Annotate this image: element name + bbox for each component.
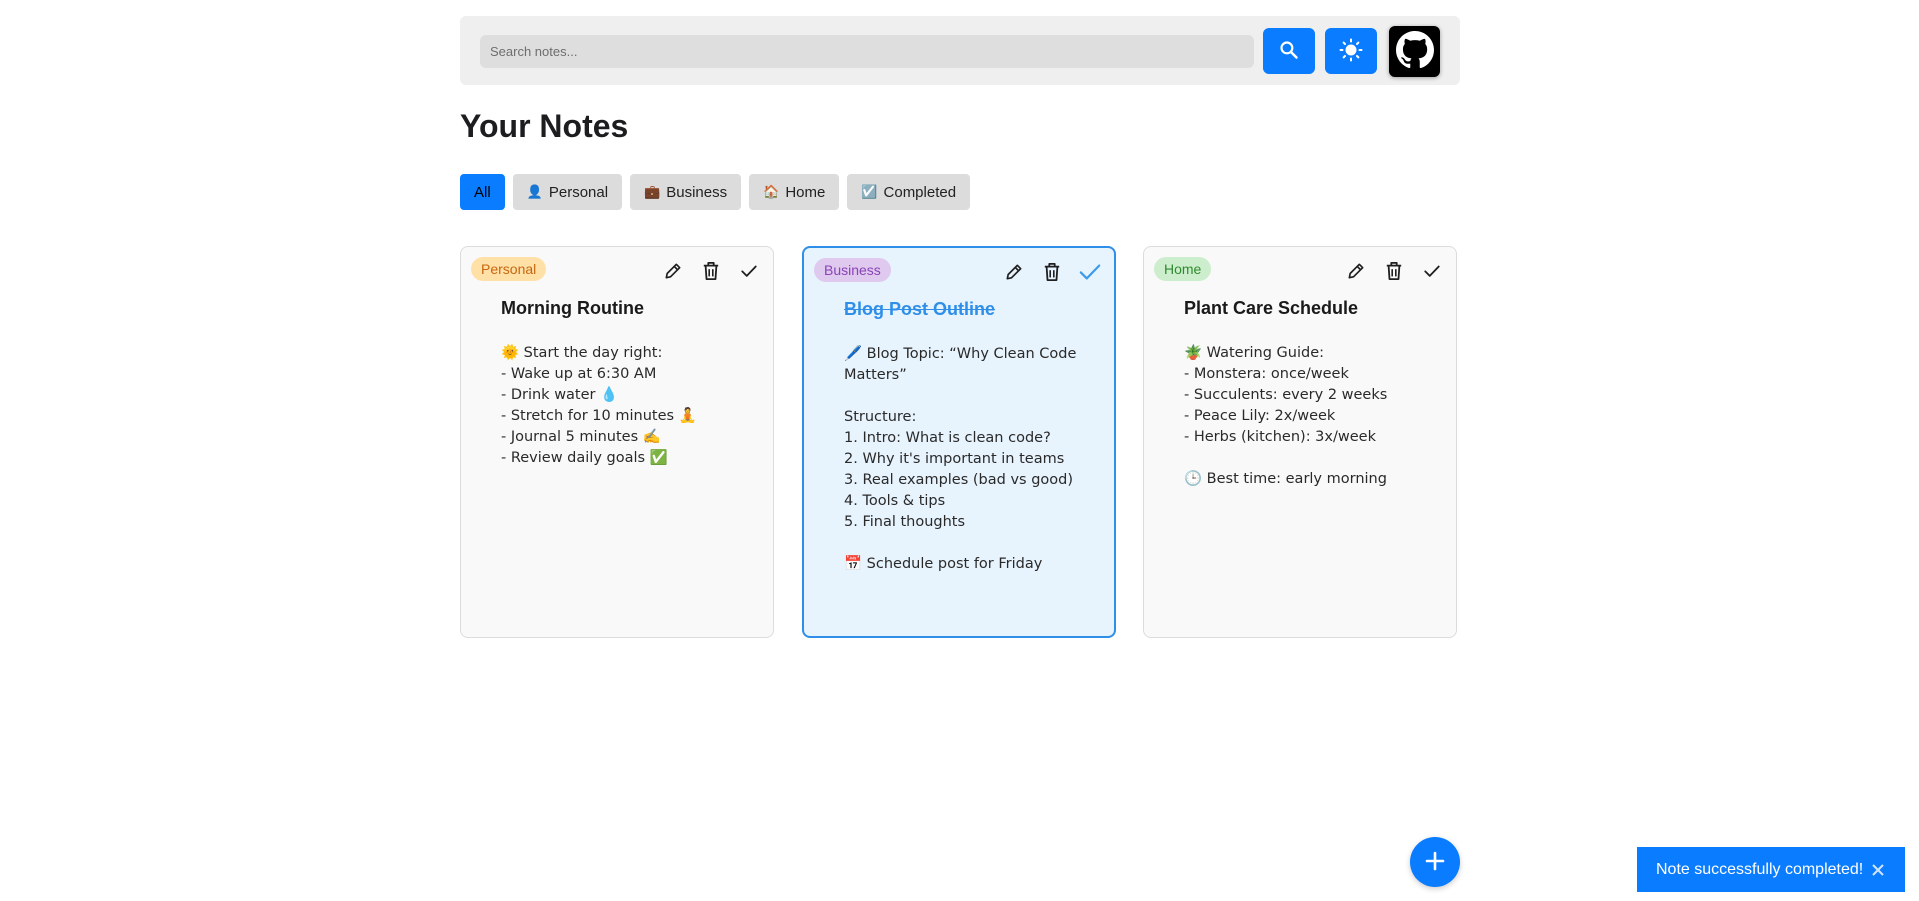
filter-label: Personal bbox=[548, 183, 609, 201]
search-input[interactable] bbox=[480, 35, 1254, 68]
page-title: Your Notes bbox=[460, 108, 629, 144]
note-card[interactable]: Personal Morning Routine 🌞 Start the day… bbox=[460, 246, 774, 638]
person-icon: 👤 bbox=[526, 184, 543, 199]
filter-label: Home bbox=[785, 183, 826, 201]
note-body: 🪴 Watering Guide: - Monstera: once/week … bbox=[1184, 345, 1388, 487]
search-button[interactable] bbox=[1263, 28, 1315, 74]
note-card[interactable]: Business Blog Post Outline 🖊️ Blog Topic… bbox=[802, 246, 1116, 638]
house-icon: 🏠 bbox=[763, 184, 780, 199]
check-icon[interactable] bbox=[1420, 259, 1444, 283]
edit-icon[interactable] bbox=[661, 259, 685, 283]
theme-toggle-button[interactable] bbox=[1325, 28, 1377, 74]
note-title: Plant Care Schedule bbox=[1184, 298, 1359, 318]
search-icon bbox=[1279, 40, 1299, 63]
filter-home-button[interactable]: 🏠 Home bbox=[749, 174, 840, 210]
note-actions bbox=[661, 259, 761, 283]
plus-icon bbox=[1425, 851, 1445, 874]
github-icon bbox=[1395, 31, 1434, 72]
category-tag: Home bbox=[1154, 257, 1212, 281]
note-actions bbox=[1002, 260, 1102, 284]
toast-message: Note successfully completed! bbox=[1656, 860, 1864, 878]
check-icon[interactable] bbox=[737, 259, 761, 283]
briefcase-icon: 💼 bbox=[644, 184, 661, 199]
filter-label: Business bbox=[666, 183, 728, 201]
checkbox-icon: ☑️ bbox=[861, 184, 878, 199]
edit-icon[interactable] bbox=[1002, 260, 1026, 284]
category-tag: Business bbox=[814, 258, 891, 282]
filter-label: All bbox=[474, 183, 491, 201]
filter-business-button[interactable]: 💼 Business bbox=[630, 174, 742, 210]
note-actions bbox=[1344, 259, 1444, 283]
sun-icon bbox=[1339, 38, 1363, 65]
filter-completed-button[interactable]: ☑️ Completed bbox=[847, 174, 971, 210]
note-body: 🖊️ Blog Topic: “Why Clean Code Matters” … bbox=[844, 346, 1077, 572]
github-button[interactable] bbox=[1389, 26, 1440, 77]
toast-notification: Note successfully completed! bbox=[1637, 847, 1905, 892]
check-icon[interactable] bbox=[1078, 260, 1102, 284]
top-bar bbox=[460, 16, 1460, 85]
filter-label: Completed bbox=[883, 183, 957, 201]
add-note-button[interactable] bbox=[1410, 837, 1460, 887]
filter-bar: All 👤 Personal 💼 Business 🏠 Home ☑️ Comp… bbox=[460, 174, 971, 210]
trash-icon[interactable] bbox=[699, 259, 723, 283]
note-card[interactable]: Home Plant Care Schedule 🪴 Watering Guid… bbox=[1143, 246, 1457, 638]
trash-icon[interactable] bbox=[1040, 260, 1064, 284]
category-tag: Personal bbox=[471, 257, 547, 281]
note-title: Blog Post Outline bbox=[844, 299, 995, 319]
trash-icon[interactable] bbox=[1382, 259, 1406, 283]
edit-icon[interactable] bbox=[1344, 259, 1368, 283]
note-title: Morning Routine bbox=[501, 298, 644, 318]
note-body: 🌞 Start the day right: - Wake up at 6:30… bbox=[501, 345, 697, 466]
filter-all-button[interactable]: All bbox=[460, 174, 505, 210]
filter-personal-button[interactable]: 👤 Personal bbox=[512, 174, 623, 210]
close-icon[interactable] bbox=[1871, 863, 1885, 877]
